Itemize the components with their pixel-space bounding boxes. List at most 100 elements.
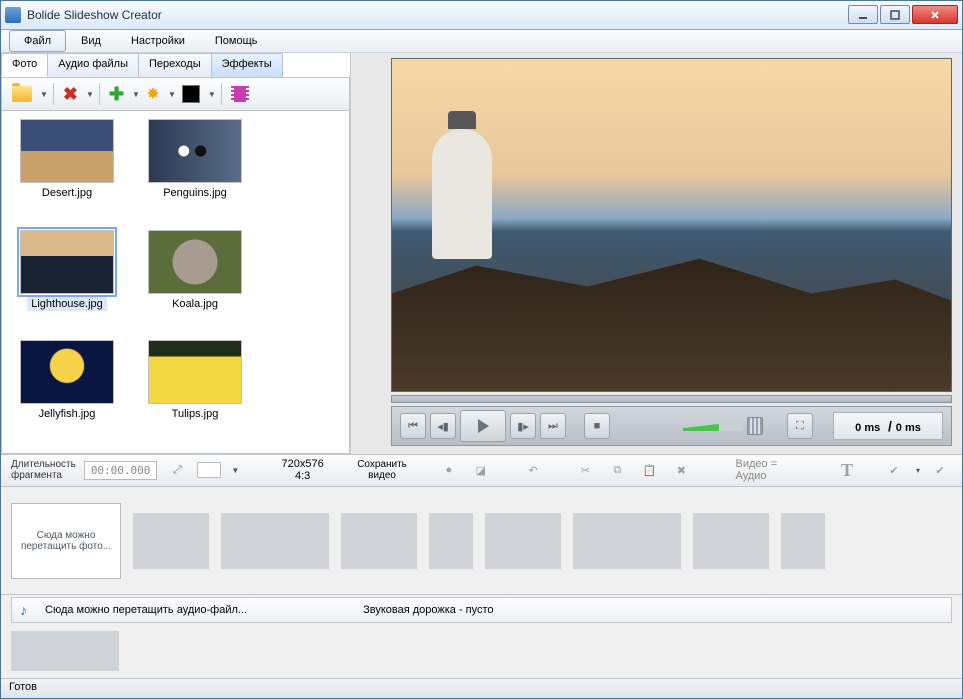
thumb-image: [20, 230, 114, 294]
dropdown-icon[interactable]: ▼: [231, 466, 239, 475]
video-resolution: 720x5764:3: [282, 458, 324, 482]
storyboard-dropzone[interactable]: Сюда можно перетащить фото...: [11, 503, 121, 579]
playback-controls: ⏮ ◂▮ ▮▸ ⏭ ■ ⛶ 0 ms / 0 ms: [391, 406, 952, 446]
storyboard-placeholder[interactable]: [485, 513, 561, 569]
apply-button[interactable]: ✔: [882, 458, 906, 482]
thumb-image: [20, 119, 114, 183]
thumb-label: Penguins.jpg: [159, 186, 231, 200]
duration-check[interactable]: [197, 462, 221, 478]
time-total: 0 ms: [896, 422, 921, 434]
play-button[interactable]: [460, 410, 506, 442]
media-toolbar: ▼ ✖▼ ✚▼ ✸▼ ▼: [1, 77, 350, 111]
window-title: Bolide Slideshow Creator: [27, 8, 848, 22]
timeline-toolbar: Длительность фрагмента 00:00.000 ⤢ ▼ 720…: [1, 454, 962, 487]
apply-all-button[interactable]: ✔: [928, 458, 952, 482]
stop-button[interactable]: ■: [584, 413, 610, 439]
tab-effects[interactable]: Эффекты: [211, 53, 283, 77]
tab-photo[interactable]: Фото: [1, 53, 48, 77]
dropdown-icon[interactable]: ▼: [168, 90, 176, 99]
step-back-button[interactable]: ◂▮: [430, 413, 456, 439]
left-panel: Фото Аудио файлы Переходы Эффекты ▼ ✖ ▼ ✚…: [1, 53, 351, 454]
film-button[interactable]: [227, 81, 253, 107]
minimize-button[interactable]: [848, 5, 878, 24]
storyboard-placeholder[interactable]: [133, 513, 209, 569]
audio-track[interactable]: ♪ Сюда можно перетащить аудио-файл... Зв…: [11, 597, 952, 623]
rocks-shape: [392, 252, 951, 391]
thumb-label: Desert.jpg: [38, 186, 96, 200]
thumb-item[interactable]: Desert.jpg: [12, 119, 122, 224]
open-folder-button[interactable]: [8, 81, 36, 107]
copy-button[interactable]: ⧉: [605, 458, 629, 482]
thumb-label: Koala.jpg: [168, 297, 222, 311]
dropdown-icon[interactable]: ▼: [208, 90, 216, 99]
lighthouse-shape: [432, 129, 492, 259]
menu-settings[interactable]: Настройки: [116, 30, 200, 53]
step-forward-button[interactable]: ▮▸: [510, 413, 536, 439]
storyboard-placeholder[interactable]: [693, 513, 769, 569]
remove-button[interactable]: ✖: [59, 81, 82, 107]
volume-thumb[interactable]: [747, 417, 763, 435]
titlebar[interactable]: Bolide Slideshow Creator: [1, 1, 962, 30]
black-square-icon: [182, 85, 200, 103]
track-placeholder[interactable]: [11, 631, 119, 671]
maximize-button[interactable]: [880, 5, 910, 24]
statusbar: Готов: [1, 678, 962, 698]
storyboard-placeholder[interactable]: [341, 513, 417, 569]
preview-panel: ⏮ ◂▮ ▮▸ ⏭ ■ ⛶ 0 ms / 0 ms: [351, 53, 962, 454]
storyboard-placeholder[interactable]: [429, 513, 473, 569]
tab-audio[interactable]: Аудио файлы: [47, 53, 139, 77]
volume-bar[interactable]: [683, 421, 743, 431]
storyboard-placeholder[interactable]: [573, 513, 681, 569]
skip-end-button[interactable]: ⏭: [540, 413, 566, 439]
storyboard-placeholder[interactable]: [781, 513, 825, 569]
menu-help[interactable]: Помощь: [200, 30, 273, 53]
skip-start-button[interactable]: ⏮: [400, 413, 426, 439]
thumb-image: [148, 119, 242, 183]
thumb-image: [148, 340, 242, 404]
preview-image: [391, 58, 952, 392]
status-text: Готов: [9, 681, 37, 693]
dropdown-icon[interactable]: ▼: [132, 90, 140, 99]
fullscreen-button[interactable]: ⛶: [787, 413, 813, 439]
music-note-icon: ♪: [20, 602, 27, 618]
duration-input[interactable]: 00:00.000: [84, 461, 158, 480]
paste-button[interactable]: 📋: [637, 458, 661, 482]
lower-track[interactable]: [1, 625, 962, 678]
thumb-item[interactable]: Koala.jpg: [140, 230, 250, 335]
app-icon: [5, 7, 21, 23]
thumb-item[interactable]: Lighthouse.jpg: [12, 230, 122, 335]
thumbnail-grid: Desert.jpg Penguins.jpg Lighthouse.jpg K…: [1, 111, 350, 454]
text-button[interactable]: T: [835, 458, 859, 482]
duration-lock-button[interactable]: ⤢: [165, 458, 189, 482]
thumb-label: Tulips.jpg: [168, 407, 223, 421]
storyboard-placeholder[interactable]: [221, 513, 329, 569]
thumb-image: [20, 340, 114, 404]
effect-button[interactable]: ✸: [142, 81, 164, 107]
save-video-button[interactable]: Сохранить видео: [357, 459, 407, 481]
storyboard[interactable]: Сюда можно перетащить фото...: [1, 487, 962, 595]
volume-control[interactable]: [683, 417, 763, 435]
time-display: 0 ms / 0 ms: [833, 412, 943, 440]
tab-transitions[interactable]: Переходы: [138, 53, 212, 77]
menu-view[interactable]: Вид: [66, 30, 116, 53]
dropdown-icon[interactable]: ▼: [86, 90, 94, 99]
delete-button[interactable]: ✖: [669, 458, 693, 482]
edit-button[interactable]: ◪: [469, 458, 493, 482]
undo-button[interactable]: ↶: [521, 458, 545, 482]
duration-label: Длительность фрагмента: [11, 459, 76, 481]
preview-seekbar[interactable]: [391, 395, 952, 403]
audio-empty-label: Звуковая дорожка - пусто: [363, 604, 493, 616]
thumb-item[interactable]: Penguins.jpg: [140, 119, 250, 224]
color-button[interactable]: [178, 81, 204, 107]
film-icon: [231, 86, 249, 102]
dropdown-icon[interactable]: ▼: [40, 90, 48, 99]
thumb-item[interactable]: Tulips.jpg: [140, 340, 250, 445]
thumb-item[interactable]: Jellyfish.jpg: [12, 340, 122, 445]
record-button[interactable]: ●: [437, 458, 461, 482]
thumb-image: [148, 230, 242, 294]
close-button[interactable]: [912, 5, 958, 24]
add-button[interactable]: ✚: [105, 81, 128, 107]
cut-button[interactable]: ✂: [573, 458, 597, 482]
plus-icon: ✚: [109, 84, 124, 105]
menu-file[interactable]: Файл: [9, 30, 66, 53]
